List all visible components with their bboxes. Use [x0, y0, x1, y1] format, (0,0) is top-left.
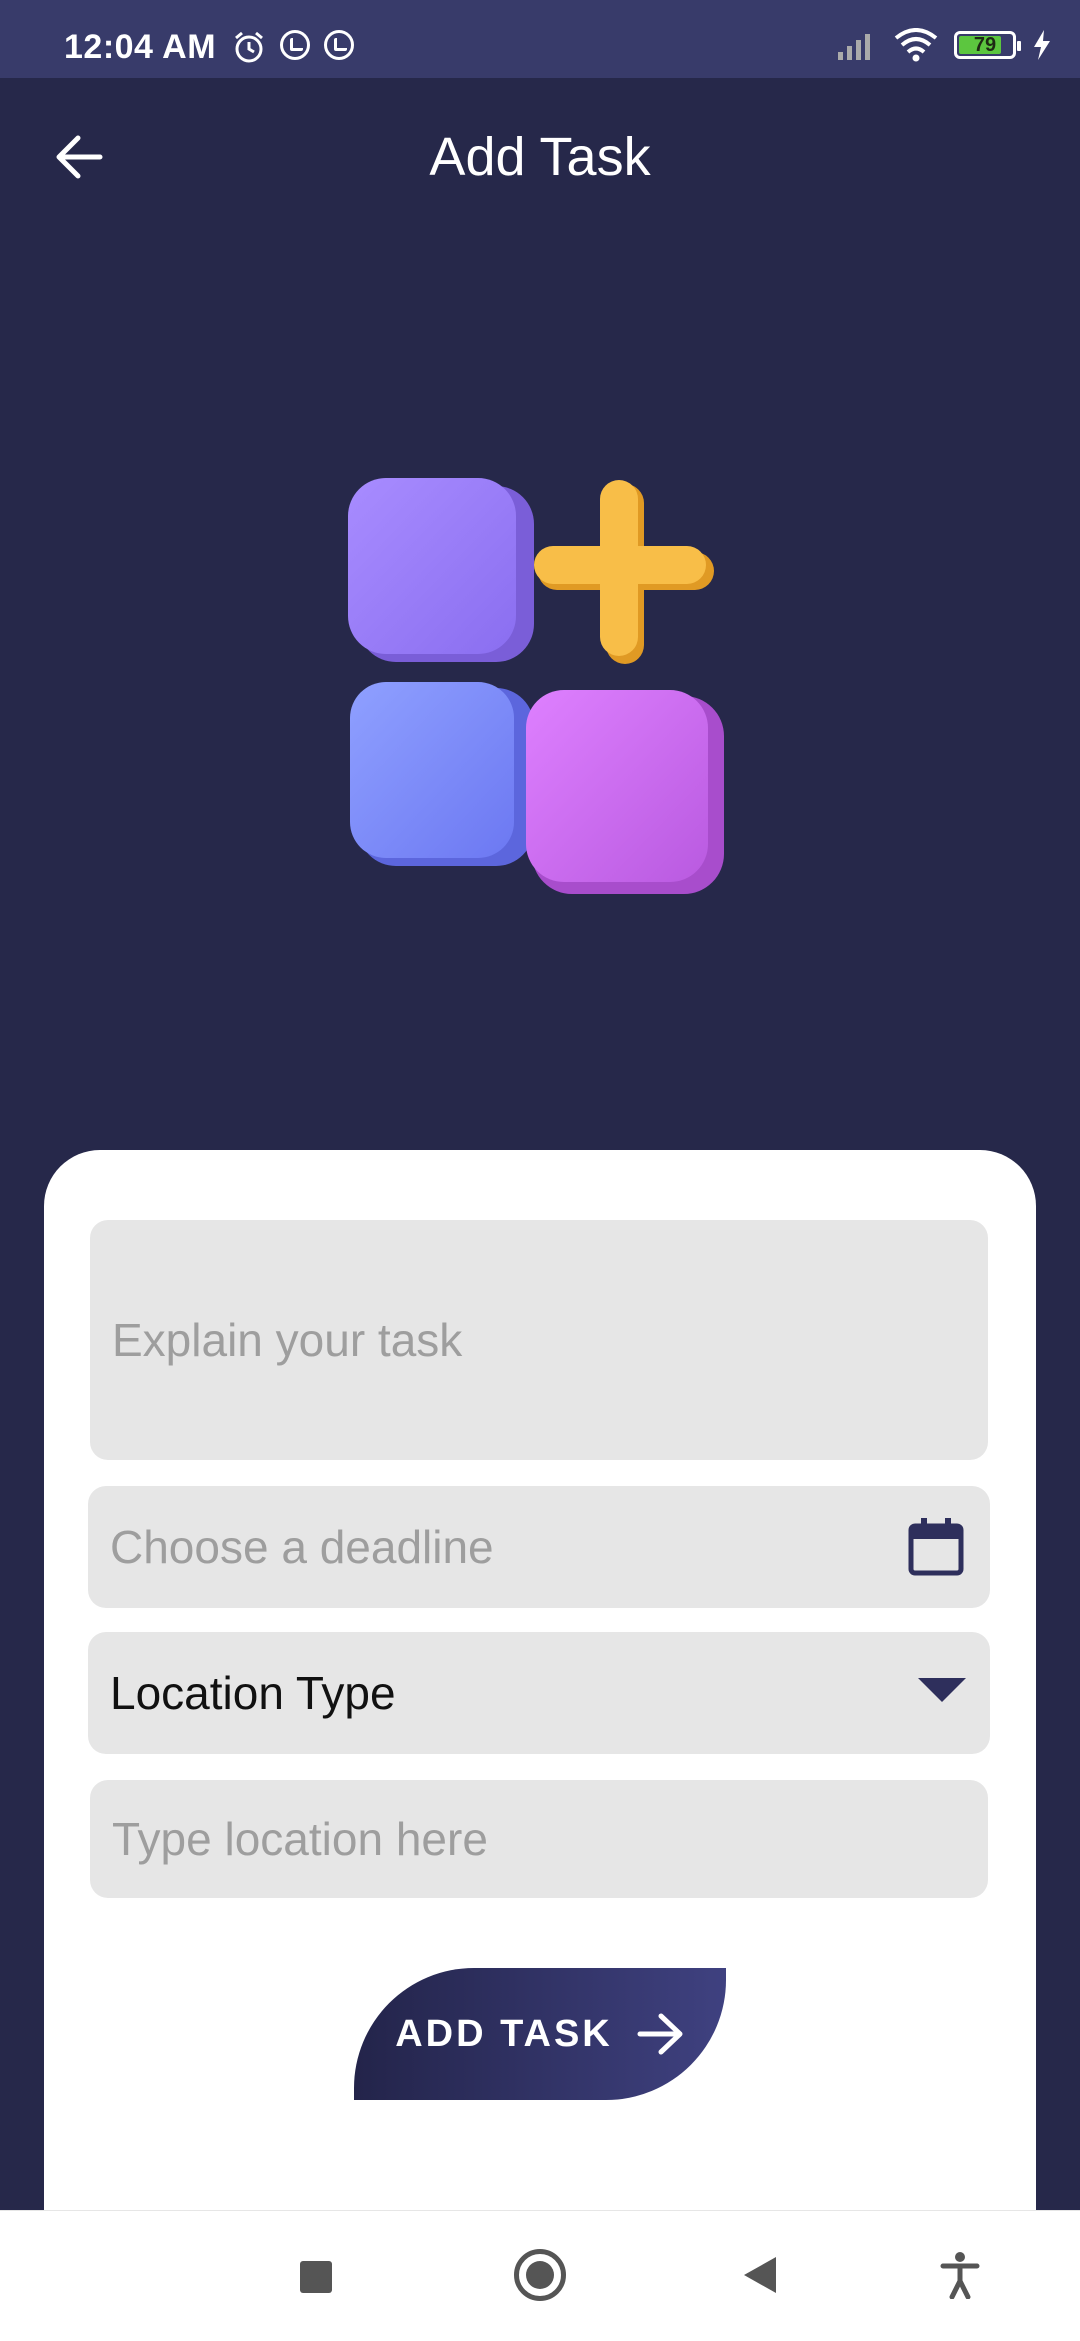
- deadline-field[interactable]: Choose a deadline: [88, 1486, 990, 1608]
- wifi-icon: [894, 28, 938, 62]
- add-task-label: ADD TASK: [395, 2012, 613, 2055]
- location-placeholder: Type location here: [112, 1813, 488, 1865]
- add-task-blocks-illustration: [348, 478, 724, 894]
- page-title: Add Task: [429, 127, 651, 187]
- location-type-value: Location Type: [110, 1667, 396, 1719]
- accessibility-icon[interactable]: [940, 2251, 980, 2299]
- add-task-form-card: Explain your task Choose a deadline Loca…: [44, 1150, 1036, 2210]
- battery-icon: 79: [954, 31, 1021, 59]
- status-system-icons: 79: [838, 28, 1052, 62]
- home-button[interactable]: [514, 2249, 566, 2301]
- status-time: 12:04 AM: [64, 28, 217, 66]
- deadline-placeholder: Choose a deadline: [110, 1521, 494, 1573]
- status-bar: 12:04 AM 79: [0, 0, 1080, 78]
- task-description-placeholder: Explain your task: [112, 1314, 463, 1366]
- recent-apps-button[interactable]: [300, 2261, 332, 2293]
- charging-icon: [1034, 30, 1050, 60]
- location-type-select[interactable]: Location Type: [88, 1632, 990, 1754]
- calendar-icon[interactable]: [908, 1518, 964, 1576]
- task-description-input[interactable]: Explain your task: [90, 1220, 988, 1460]
- signal-icon: [838, 34, 870, 60]
- system-navigation-bar: [0, 2210, 1080, 2341]
- sync-icon: [280, 30, 310, 60]
- location-input[interactable]: Type location here: [90, 1780, 988, 1898]
- battery-level: 79: [973, 33, 997, 56]
- alarm-icon: [235, 31, 263, 63]
- status-notification-icons: [232, 30, 354, 64]
- add-task-button[interactable]: ADD TASK: [354, 1968, 726, 2100]
- system-back-button[interactable]: [744, 2257, 776, 2293]
- sync-icon: [324, 30, 354, 60]
- plus-shape: [534, 480, 714, 664]
- arrow-right-icon: [637, 2013, 683, 2055]
- dropdown-arrow-icon: [918, 1678, 966, 1702]
